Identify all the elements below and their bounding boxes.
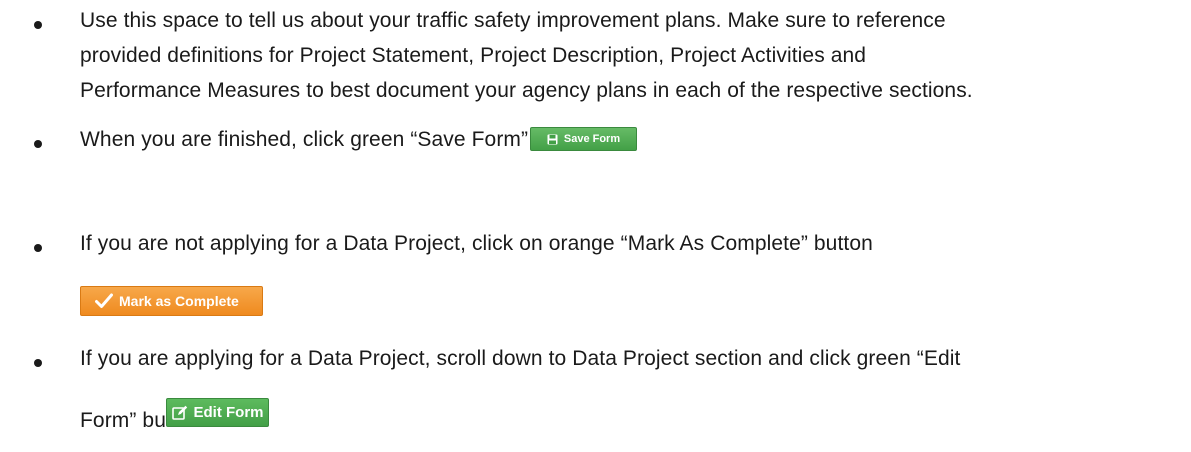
edit-form-button[interactable]: Edit Form xyxy=(166,398,269,427)
edit-form-label: Edit Form xyxy=(193,404,264,421)
instruction-line: Performance Measures to best document yo… xyxy=(80,79,973,102)
instruction-line: If you are applying for a Data Project, … xyxy=(80,347,961,370)
edit-pencil-icon xyxy=(171,405,188,421)
bullet-marker xyxy=(34,140,42,148)
bullet-marker xyxy=(34,244,42,252)
mark-as-complete-label: Mark as Complete xyxy=(119,293,239,309)
mark-as-complete-button[interactable]: Mark as Complete xyxy=(80,286,263,316)
checkmark-icon xyxy=(95,293,113,309)
bullet-marker xyxy=(34,359,42,367)
instruction-document: Use this space to tell us about your tra… xyxy=(0,0,1191,452)
save-form-button[interactable]: Save Form xyxy=(530,127,637,151)
instruction-line: When you are finished, click green “Save… xyxy=(80,128,594,151)
instruction-line: provided definitions for Project Stateme… xyxy=(80,44,867,67)
bullet-marker xyxy=(34,21,42,29)
instruction-line: If you are not applying for a Data Proje… xyxy=(80,232,873,255)
save-form-label: Save Form xyxy=(563,133,621,145)
instruction-line: Use this space to tell us about your tra… xyxy=(80,9,946,32)
floppy-disk-icon xyxy=(547,134,558,145)
